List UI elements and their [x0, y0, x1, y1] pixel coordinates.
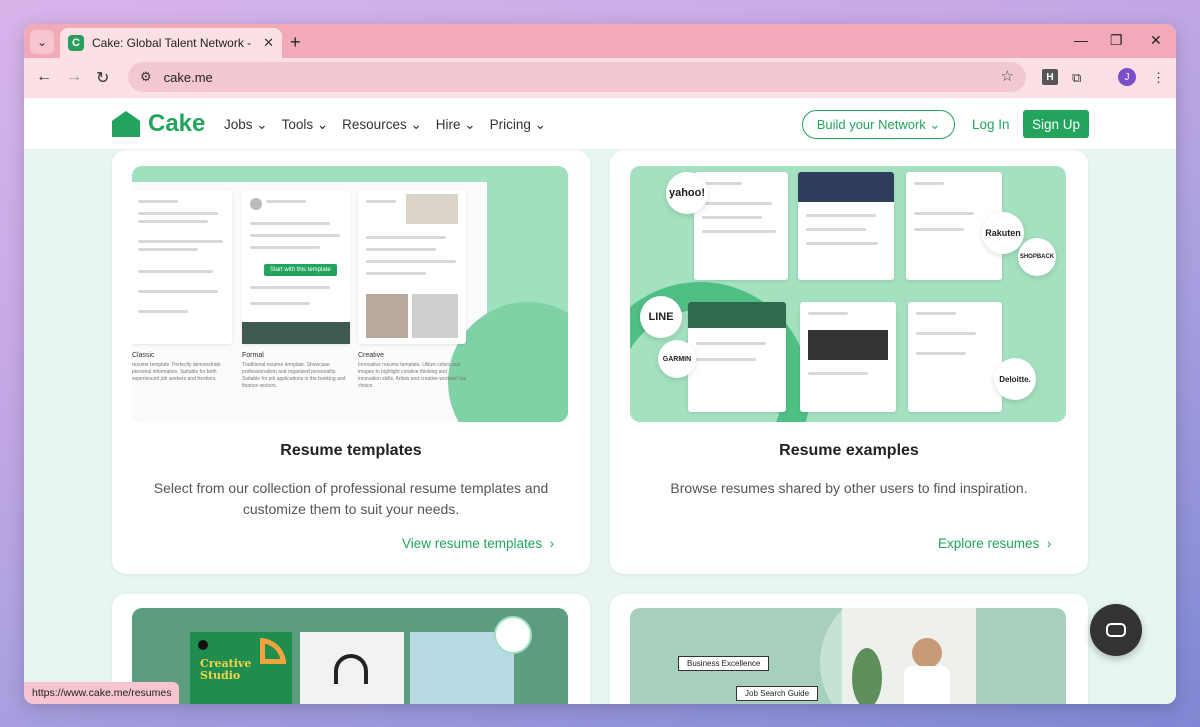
office-photo	[842, 608, 976, 704]
address-bar[interactable]: ⚙ cake.me ☆	[128, 62, 1026, 92]
window-close-icon[interactable]: ✕	[1150, 32, 1162, 49]
headphones-tile	[300, 632, 404, 704]
resume-templates-desc: Select from our collection of profession…	[153, 480, 549, 517]
templates-preview-image: Classic resume template. Perfectly demon…	[132, 166, 568, 422]
resume-templates-card[interactable]: Classic resume template. Perfectly demon…	[112, 150, 590, 574]
chevron-right-icon: ›	[549, 536, 555, 551]
cake-logo[interactable]: Cake	[112, 110, 205, 138]
example-sheet-1[interactable]	[694, 172, 788, 280]
profile-avatar[interactable]: J	[1118, 68, 1136, 86]
start-template-button[interactable]: Start with this template	[264, 264, 337, 276]
build-network-button[interactable]: Build your Network ⌄	[802, 110, 955, 139]
view-templates-link[interactable]: View resume templates ›	[402, 536, 554, 551]
yahoo-logo: yahoo!	[666, 172, 708, 214]
tab-close-icon[interactable]: ✕	[263, 35, 274, 51]
signup-button[interactable]: Sign Up	[1023, 110, 1089, 138]
build-network-label: Build your Network	[816, 117, 926, 132]
extension-h-icon[interactable]: H	[1042, 69, 1058, 85]
minimize-icon[interactable]: —	[1074, 32, 1088, 48]
restore-icon[interactable]: ❐	[1110, 32, 1123, 49]
creative-studio-tile: Creative Studio	[190, 632, 292, 704]
forward-arrow-icon[interactable]: →	[66, 68, 82, 86]
explore-resumes-label: Explore resumes	[938, 536, 1040, 551]
formal-desc: Traditional resume template. Showcase pr…	[242, 362, 346, 389]
portfolio-preview-image: Creative Studio	[132, 608, 568, 704]
creative-label: Creative	[358, 352, 385, 359]
browser-toolbar: ← → ↻ ⚙ cake.me ☆ H ⧉ J ⋮	[24, 58, 1176, 98]
guides-card[interactable]: Business Excellence Job Search Guide	[610, 594, 1088, 704]
resume-examples-card[interactable]: yahoo! Rakuten SHOPBACK LINE GARMIN Delo…	[610, 150, 1088, 574]
tab-title: Cake: Global Talent Network - F	[92, 36, 256, 50]
chat-button[interactable]	[1090, 604, 1142, 656]
classic-thumb[interactable]	[132, 190, 232, 344]
classic-desc: resume template. Perfectly demonstrate p…	[132, 362, 221, 382]
chat-bubble-icon	[1106, 623, 1126, 637]
nav-tools[interactable]: Tools ⌄	[282, 117, 329, 133]
nav-resources[interactable]: Resources ⌄	[342, 117, 422, 133]
nav-hire[interactable]: Hire ⌄	[436, 117, 476, 133]
browser-window: ⌄ C Cake: Global Talent Network - F ✕ + …	[24, 24, 1176, 704]
example-sheet-2[interactable]	[798, 172, 894, 280]
creative-desc: Innovative resume template. Utilize colo…	[358, 362, 467, 389]
reload-icon[interactable]: ↻	[96, 68, 109, 88]
example-sheet-4[interactable]	[688, 302, 786, 412]
cake-house-icon	[112, 111, 140, 137]
explore-resumes-link[interactable]: Explore resumes ›	[938, 536, 1051, 551]
shopback-logo: SHOPBACK	[1018, 238, 1056, 276]
formal-thumb[interactable]: Start with this template	[242, 190, 350, 344]
tab-strip: ⌄ C Cake: Global Talent Network - F ✕ + …	[24, 24, 1176, 58]
job-search-guide-tag: Job Search Guide	[736, 686, 819, 701]
tab-search-chevron-icon[interactable]: ⌄	[30, 30, 54, 54]
creative-thumb[interactable]	[358, 190, 466, 344]
site-header: Cake Jobs ⌄ Tools ⌄ Resources ⌄ Hire ⌄ P…	[24, 98, 1176, 150]
browser-menu-icon[interactable]: ⋮	[1152, 70, 1165, 86]
page-content: Classic resume template. Perfectly demon…	[24, 150, 1176, 704]
formal-label: Formal	[242, 352, 264, 359]
site-info-icon[interactable]: ⚙	[140, 69, 152, 85]
main-nav: Jobs ⌄ Tools ⌄ Resources ⌄ Hire ⌄ Pricin…	[224, 117, 546, 133]
login-link[interactable]: Log In	[972, 117, 1010, 132]
deloitte-logo: Deloitte.	[994, 358, 1036, 400]
profile-photo	[494, 616, 532, 654]
status-bar-url: https://www.cake.me/resumes	[24, 682, 180, 704]
nav-jobs[interactable]: Jobs ⌄	[224, 117, 268, 133]
guides-preview-image: Business Excellence Job Search Guide	[630, 608, 1066, 704]
chevron-right-icon: ›	[1046, 536, 1052, 551]
line-logo: LINE	[640, 296, 682, 338]
url-text: cake.me	[163, 69, 213, 85]
browser-tab[interactable]: C Cake: Global Talent Network - F ✕	[60, 28, 282, 58]
classic-label: Classic	[132, 352, 155, 359]
logo-wordmark: Cake	[148, 110, 206, 137]
back-arrow-icon[interactable]: ←	[36, 68, 52, 86]
nav-pricing[interactable]: Pricing ⌄	[490, 117, 546, 133]
view-templates-label: View resume templates	[402, 536, 543, 551]
business-excellence-tag: Business Excellence	[678, 656, 770, 671]
cake-favicon-icon: C	[68, 35, 84, 51]
resume-templates-title: Resume templates	[280, 442, 422, 459]
examples-preview-image: yahoo! Rakuten SHOPBACK LINE GARMIN Delo…	[630, 166, 1066, 422]
garmin-logo: GARMIN	[658, 340, 696, 378]
resume-examples-title: Resume examples	[779, 442, 919, 459]
example-sheet-6[interactable]	[908, 302, 1002, 412]
resume-examples-desc: Browse resumes shared by other users to …	[670, 480, 1028, 496]
example-sheet-5[interactable]	[800, 302, 896, 412]
bookmark-star-icon[interactable]: ☆	[1001, 67, 1014, 85]
rakuten-logo: Rakuten	[982, 212, 1024, 254]
portfolio-card[interactable]: Creative Studio	[112, 594, 590, 704]
new-tab-plus-icon[interactable]: +	[290, 32, 301, 53]
extensions-puzzle-icon[interactable]: ⧉	[1072, 70, 1081, 86]
